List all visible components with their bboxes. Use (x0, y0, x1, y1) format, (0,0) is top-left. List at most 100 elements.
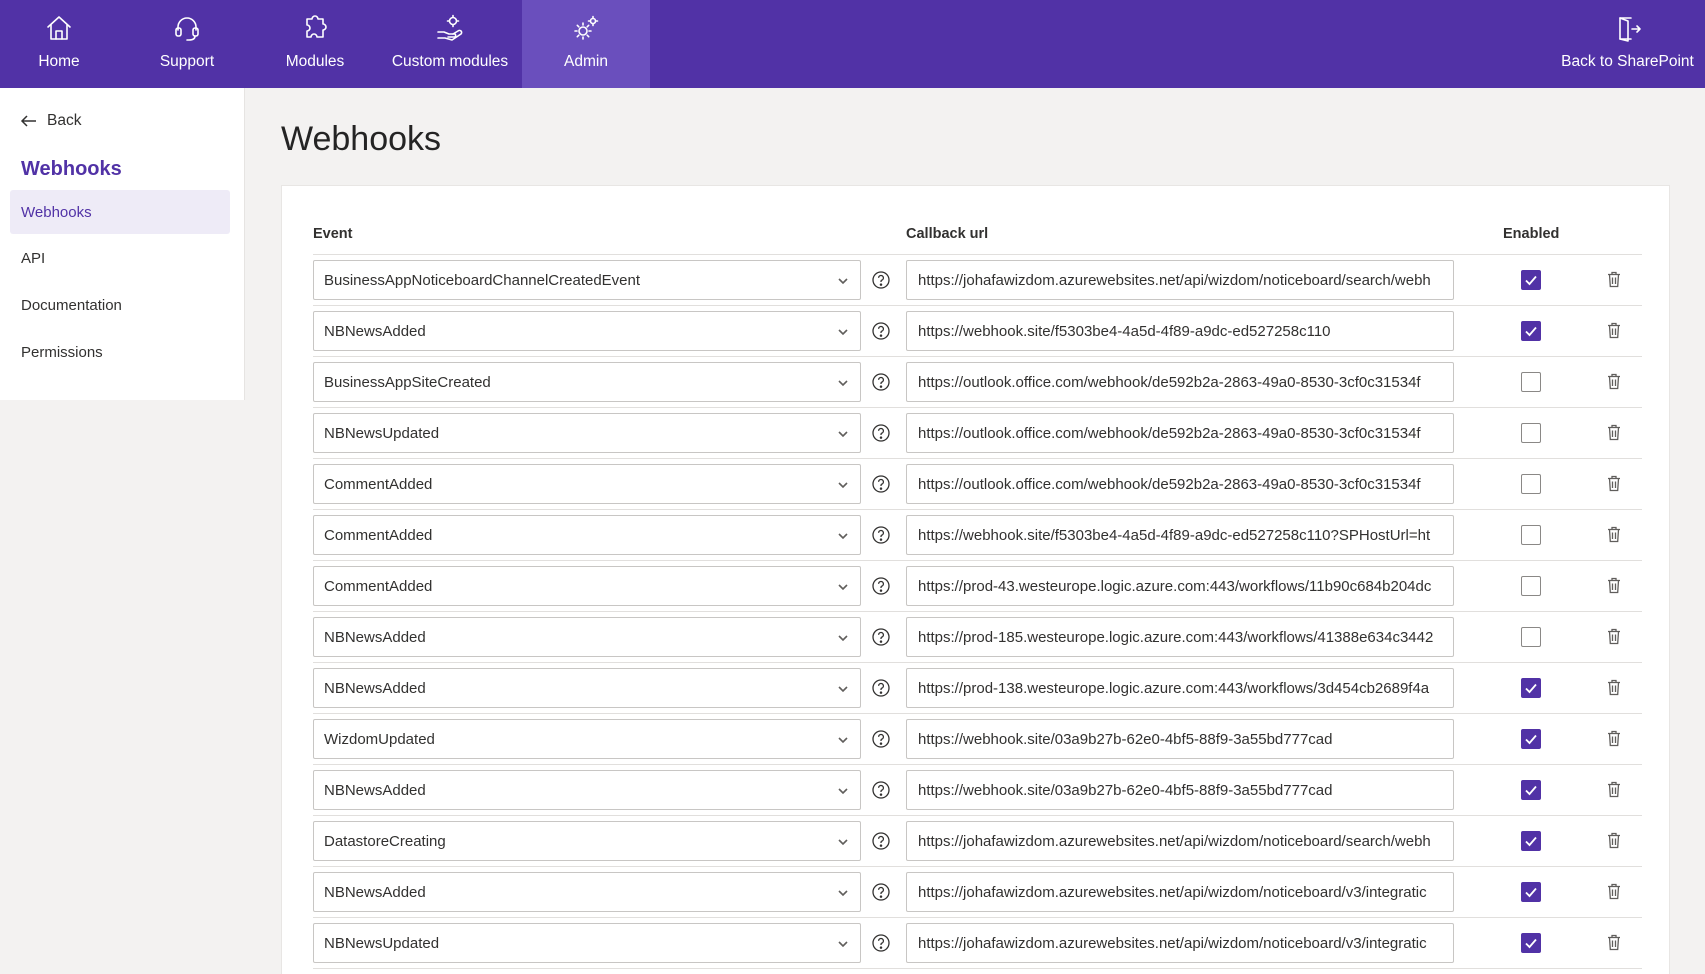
event-dropdown-value: WizdomUpdated (324, 731, 435, 748)
enabled-checkbox[interactable] (1521, 678, 1541, 698)
event-dropdown-value: BusinessAppSiteCreated (324, 374, 491, 391)
event-dropdown[interactable]: NBNewsAdded (313, 668, 861, 708)
delete-icon[interactable] (1606, 373, 1622, 390)
enabled-checkbox[interactable] (1521, 729, 1541, 749)
delete-icon[interactable] (1606, 934, 1622, 951)
help-icon[interactable] (871, 423, 891, 443)
event-dropdown[interactable]: NBNewsAdded (313, 617, 861, 657)
column-header-event: Event (313, 226, 353, 242)
column-header-callback-url: Callback url (906, 226, 989, 242)
help-icon[interactable] (871, 627, 891, 647)
sidebar-item-documentation[interactable]: Documentation (10, 283, 230, 327)
nav-home[interactable]: Home (0, 0, 118, 88)
delete-icon[interactable] (1606, 628, 1622, 645)
nav-admin[interactable]: Admin (522, 0, 650, 88)
back-link[interactable]: Back (20, 112, 81, 130)
event-dropdown[interactable]: BusinessAppSiteCreated (313, 362, 861, 402)
event-dropdown-value: NBNewsAdded (324, 782, 426, 799)
help-icon[interactable] (871, 576, 891, 596)
webhook-row: NBNewsAdded (313, 306, 1642, 357)
nav-support[interactable]: Support (128, 0, 246, 88)
help-icon[interactable] (871, 474, 891, 494)
back-to-sharepoint-button[interactable]: Back to SharePoint (1550, 0, 1705, 88)
callback-url-input[interactable] (906, 311, 1454, 351)
help-icon[interactable] (871, 270, 891, 290)
callback-url-input[interactable] (906, 872, 1454, 912)
sidebar-item-api[interactable]: API (10, 236, 230, 280)
delete-icon[interactable] (1606, 781, 1622, 798)
callback-url-input[interactable] (906, 617, 1454, 657)
sidebar-item-permissions[interactable]: Permissions (10, 330, 230, 374)
enabled-checkbox[interactable] (1521, 882, 1541, 902)
enabled-checkbox[interactable] (1521, 423, 1541, 443)
delete-icon[interactable] (1606, 526, 1622, 543)
callback-url-input[interactable] (906, 668, 1454, 708)
callback-url-input[interactable] (906, 923, 1454, 963)
enabled-checkbox[interactable] (1521, 933, 1541, 953)
help-icon[interactable] (871, 372, 891, 392)
webhook-row: CommentAdded (313, 510, 1642, 561)
delete-icon[interactable] (1606, 679, 1622, 696)
callback-url-input[interactable] (906, 821, 1454, 861)
event-dropdown-value: NBNewsAdded (324, 629, 426, 646)
help-icon[interactable] (871, 321, 891, 341)
callback-url-input[interactable] (906, 260, 1454, 300)
enabled-checkbox[interactable] (1521, 780, 1541, 800)
nav-custom-modules[interactable]: Custom modules (384, 0, 516, 88)
nav-home-label: Home (38, 53, 80, 70)
nav-custom-modules-label: Custom modules (391, 53, 509, 70)
help-icon[interactable] (871, 678, 891, 698)
callback-url-input[interactable] (906, 464, 1454, 504)
event-dropdown[interactable]: BusinessAppNoticeboardChannelCreatedEven… (313, 260, 861, 300)
enabled-checkbox[interactable] (1521, 576, 1541, 596)
delete-icon[interactable] (1606, 475, 1622, 492)
delete-icon[interactable] (1606, 271, 1622, 288)
callback-url-input[interactable] (906, 515, 1454, 555)
delete-icon[interactable] (1606, 322, 1622, 339)
callback-url-input[interactable] (906, 413, 1454, 453)
nav-support-label: Support (159, 53, 215, 70)
nav-modules[interactable]: Modules (256, 0, 374, 88)
delete-icon[interactable] (1606, 577, 1622, 594)
callback-url-input[interactable] (906, 719, 1454, 759)
chevron-down-icon (838, 788, 848, 795)
checkmark-icon (1525, 683, 1537, 694)
event-dropdown[interactable]: CommentAdded (313, 566, 861, 606)
event-dropdown[interactable]: NBNewsUpdated (313, 923, 861, 963)
enabled-checkbox[interactable] (1521, 372, 1541, 392)
enabled-checkbox[interactable] (1521, 270, 1541, 290)
webhook-row: BusinessAppSiteCreated (313, 357, 1642, 408)
event-dropdown[interactable]: NBNewsAdded (313, 872, 861, 912)
help-icon[interactable] (871, 831, 891, 851)
event-dropdown[interactable]: NBNewsUpdated (313, 413, 861, 453)
enabled-checkbox[interactable] (1521, 627, 1541, 647)
webhook-row: WizdomUpdated (313, 714, 1642, 765)
chevron-down-icon (838, 635, 848, 642)
delete-icon[interactable] (1606, 730, 1622, 747)
home-icon (47, 16, 71, 40)
enabled-checkbox[interactable] (1521, 831, 1541, 851)
callback-url-input[interactable] (906, 362, 1454, 402)
enabled-checkbox[interactable] (1521, 474, 1541, 494)
help-icon[interactable] (871, 525, 891, 545)
event-dropdown[interactable]: NBNewsAdded (313, 311, 861, 351)
delete-icon[interactable] (1606, 832, 1622, 849)
callback-url-input[interactable] (906, 566, 1454, 606)
delete-icon[interactable] (1606, 883, 1622, 900)
enabled-checkbox[interactable] (1521, 525, 1541, 545)
delete-icon[interactable] (1606, 424, 1622, 441)
back-to-sharepoint-label: Back to SharePoint (1561, 53, 1694, 70)
help-icon[interactable] (871, 729, 891, 749)
callback-url-input[interactable] (906, 770, 1454, 810)
help-icon[interactable] (871, 933, 891, 953)
event-dropdown[interactable]: DatastoreCreating (313, 821, 861, 861)
sidebar-item-webhooks[interactable]: Webhooks (10, 190, 230, 234)
enabled-checkbox[interactable] (1521, 321, 1541, 341)
event-dropdown[interactable]: NBNewsAdded (313, 770, 861, 810)
help-icon[interactable] (871, 780, 891, 800)
event-dropdown-value: NBNewsAdded (324, 680, 426, 697)
event-dropdown[interactable]: CommentAdded (313, 515, 861, 555)
help-icon[interactable] (871, 882, 891, 902)
event-dropdown[interactable]: CommentAdded (313, 464, 861, 504)
event-dropdown[interactable]: WizdomUpdated (313, 719, 861, 759)
